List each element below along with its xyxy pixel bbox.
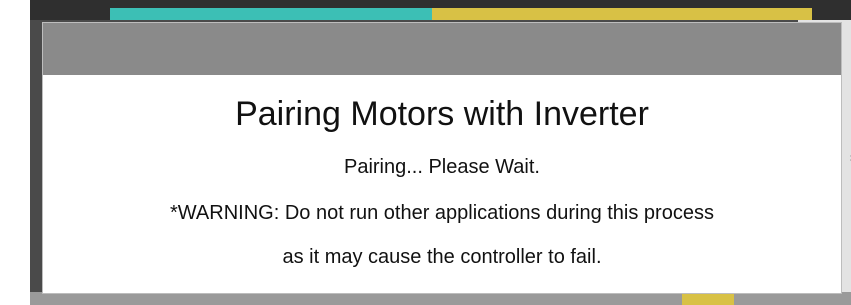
pairing-status-text: Pairing... Please Wait. <box>343 156 540 178</box>
dialog-header-bar <box>43 23 841 75</box>
background-teal-strip <box>110 8 432 20</box>
background-yellow-strip <box>432 8 812 20</box>
warning-text-line-2: as it may cause the controller to fail. <box>282 246 602 268</box>
pairing-dialog: Pairing Motors with Inverter Pairing... … <box>42 22 842 294</box>
dialog-body: Pairing Motors with Inverter Pairing... … <box>43 75 841 295</box>
warning-text-line-1: *WARNING: Do not run other applications … <box>170 202 714 224</box>
dialog-title: Pairing Motors with Inverter <box>235 95 649 133</box>
